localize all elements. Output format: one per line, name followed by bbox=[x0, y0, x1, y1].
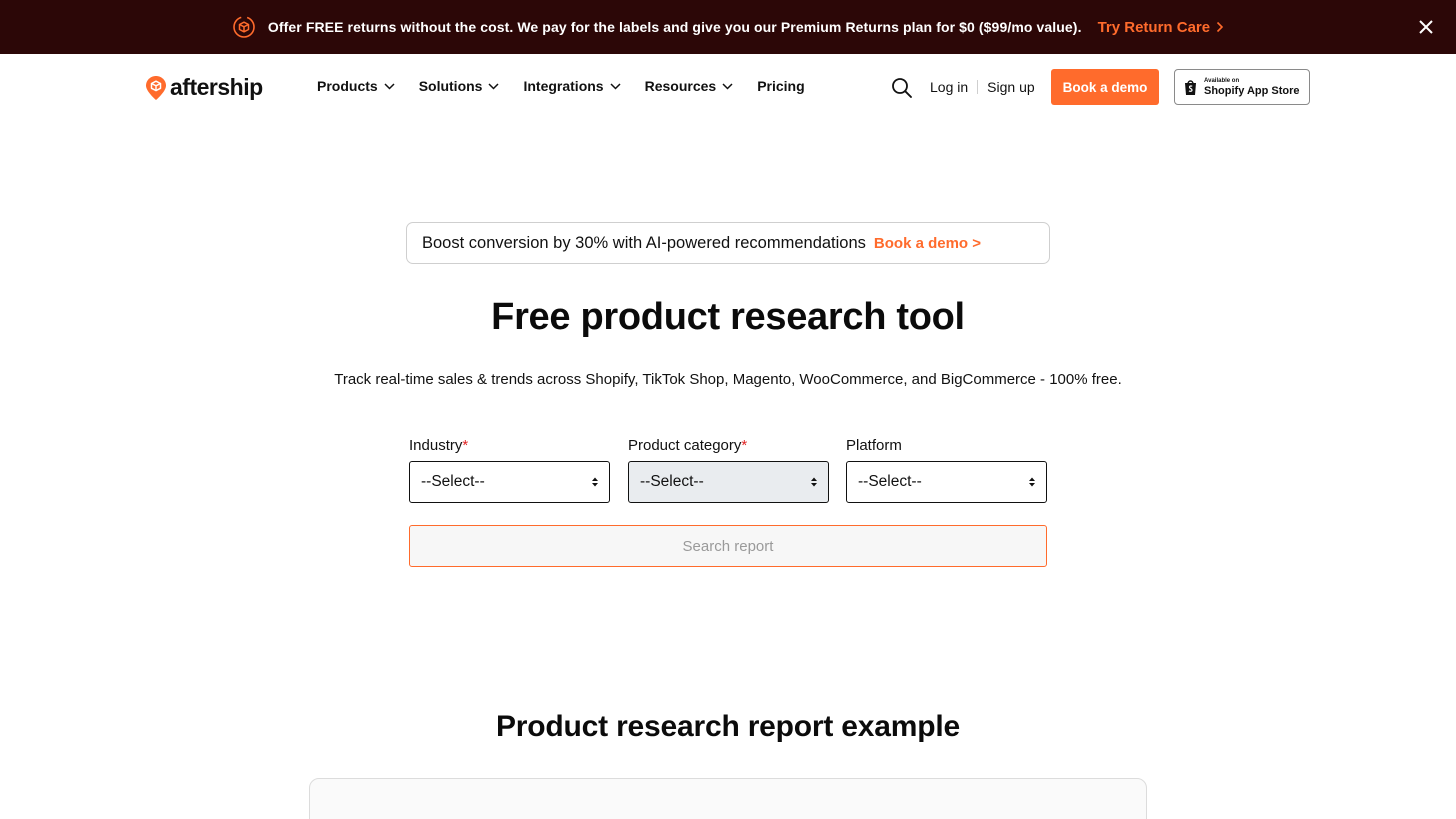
nav-menu: Products Solutions Integrations Resource… bbox=[317, 78, 829, 94]
platform-label-text: Platform bbox=[846, 437, 902, 454]
industry-label-text: Industry bbox=[409, 437, 463, 454]
logo-wordmark: aftership bbox=[170, 74, 263, 100]
shopify-badge-small-label: Available on bbox=[1204, 77, 1240, 84]
promo-banner: Boost conversion by 30% with AI-powered … bbox=[406, 222, 1050, 264]
industry-select-value: --Select-- bbox=[421, 473, 485, 490]
return-box-icon bbox=[232, 15, 256, 39]
page-title: Free product research tool bbox=[491, 296, 965, 338]
auth-links: Log in Sign up bbox=[930, 79, 1035, 95]
search-icon bbox=[892, 78, 912, 98]
nav-item-resources[interactable]: Resources bbox=[645, 78, 734, 94]
nav-item-label: Integrations bbox=[523, 78, 604, 94]
announcement-message: Offer FREE returns without the cost. We … bbox=[267, 19, 1082, 35]
platform-label: Platform bbox=[846, 437, 1047, 455]
platform-field: Platform --Select-- bbox=[846, 437, 1047, 503]
signup-link[interactable]: Sign up bbox=[987, 79, 1034, 95]
report-section-title: Product research report example bbox=[496, 710, 960, 743]
platform-select[interactable]: --Select-- bbox=[846, 461, 1047, 503]
product-category-field: Product category* --Select-- bbox=[628, 437, 829, 503]
try-return-care-link[interactable]: Try Return Care bbox=[1098, 19, 1225, 36]
announcement-bar: Offer FREE returns without the cost. We … bbox=[0, 0, 1456, 54]
chevron-right-icon bbox=[1217, 21, 1224, 33]
book-demo-button[interactable]: Book a demo bbox=[1051, 69, 1159, 105]
select-arrows-icon bbox=[1028, 476, 1036, 488]
industry-label: Industry* bbox=[409, 437, 610, 455]
chevron-down-icon bbox=[384, 82, 395, 90]
nav-item-label: Solutions bbox=[418, 78, 483, 94]
nav-item-products[interactable]: Products bbox=[317, 78, 395, 94]
auth-divider bbox=[977, 80, 979, 94]
shopify-app-store-badge[interactable]: Available on Shopify App Store bbox=[1174, 69, 1310, 105]
chevron-down-icon bbox=[610, 82, 621, 90]
product-category-select[interactable]: --Select-- bbox=[628, 461, 829, 503]
page-subtitle: Track real-time sales & trends across Sh… bbox=[334, 371, 1122, 388]
try-return-care-label: Try Return Care bbox=[1097, 18, 1211, 36]
nav-item-solutions[interactable]: Solutions bbox=[419, 78, 500, 94]
login-link[interactable]: Log in bbox=[930, 79, 968, 95]
nav-item-label: Products bbox=[317, 78, 378, 94]
nav-item-label: Resources bbox=[644, 78, 717, 94]
product-category-label: Product category* bbox=[628, 437, 829, 455]
report-example-card bbox=[309, 778, 1147, 819]
shopify-badge-big-label: Shopify App Store bbox=[1204, 84, 1300, 97]
shopify-bag-icon bbox=[1185, 80, 1196, 95]
chevron-down-icon bbox=[488, 82, 499, 90]
select-arrows-icon bbox=[591, 476, 599, 488]
select-arrows-icon bbox=[810, 476, 818, 488]
search-button[interactable] bbox=[891, 77, 913, 99]
product-category-label-text: Product category bbox=[628, 437, 742, 454]
aftership-logo-icon bbox=[146, 75, 166, 100]
promo-book-demo-link[interactable]: Book a demo > bbox=[874, 235, 981, 252]
shopify-badge-text: Available on Shopify App Store bbox=[1204, 78, 1300, 97]
close-announcement-button[interactable] bbox=[1414, 15, 1438, 39]
industry-select[interactable]: --Select-- bbox=[409, 461, 610, 503]
close-icon bbox=[1419, 20, 1433, 34]
chevron-down-icon bbox=[722, 82, 733, 90]
search-report-button[interactable]: Search report bbox=[409, 525, 1047, 567]
required-mark: * bbox=[741, 437, 748, 454]
nav-item-label: Pricing bbox=[757, 78, 805, 94]
nav-item-pricing[interactable]: Pricing bbox=[757, 78, 804, 94]
industry-field: Industry* --Select-- bbox=[409, 437, 610, 503]
announcement-content: Offer FREE returns without the cost. We … bbox=[232, 15, 1224, 39]
product-category-select-value: --Select-- bbox=[640, 473, 704, 490]
platform-select-value: --Select-- bbox=[858, 473, 922, 490]
aftership-logo[interactable]: aftership bbox=[145, 74, 263, 101]
required-mark: * bbox=[462, 437, 469, 454]
main-navbar: aftership Products Solutions Integration… bbox=[0, 54, 1456, 120]
promo-text: Boost conversion by 30% with AI-powered … bbox=[422, 233, 866, 252]
nav-item-integrations[interactable]: Integrations bbox=[523, 78, 621, 94]
